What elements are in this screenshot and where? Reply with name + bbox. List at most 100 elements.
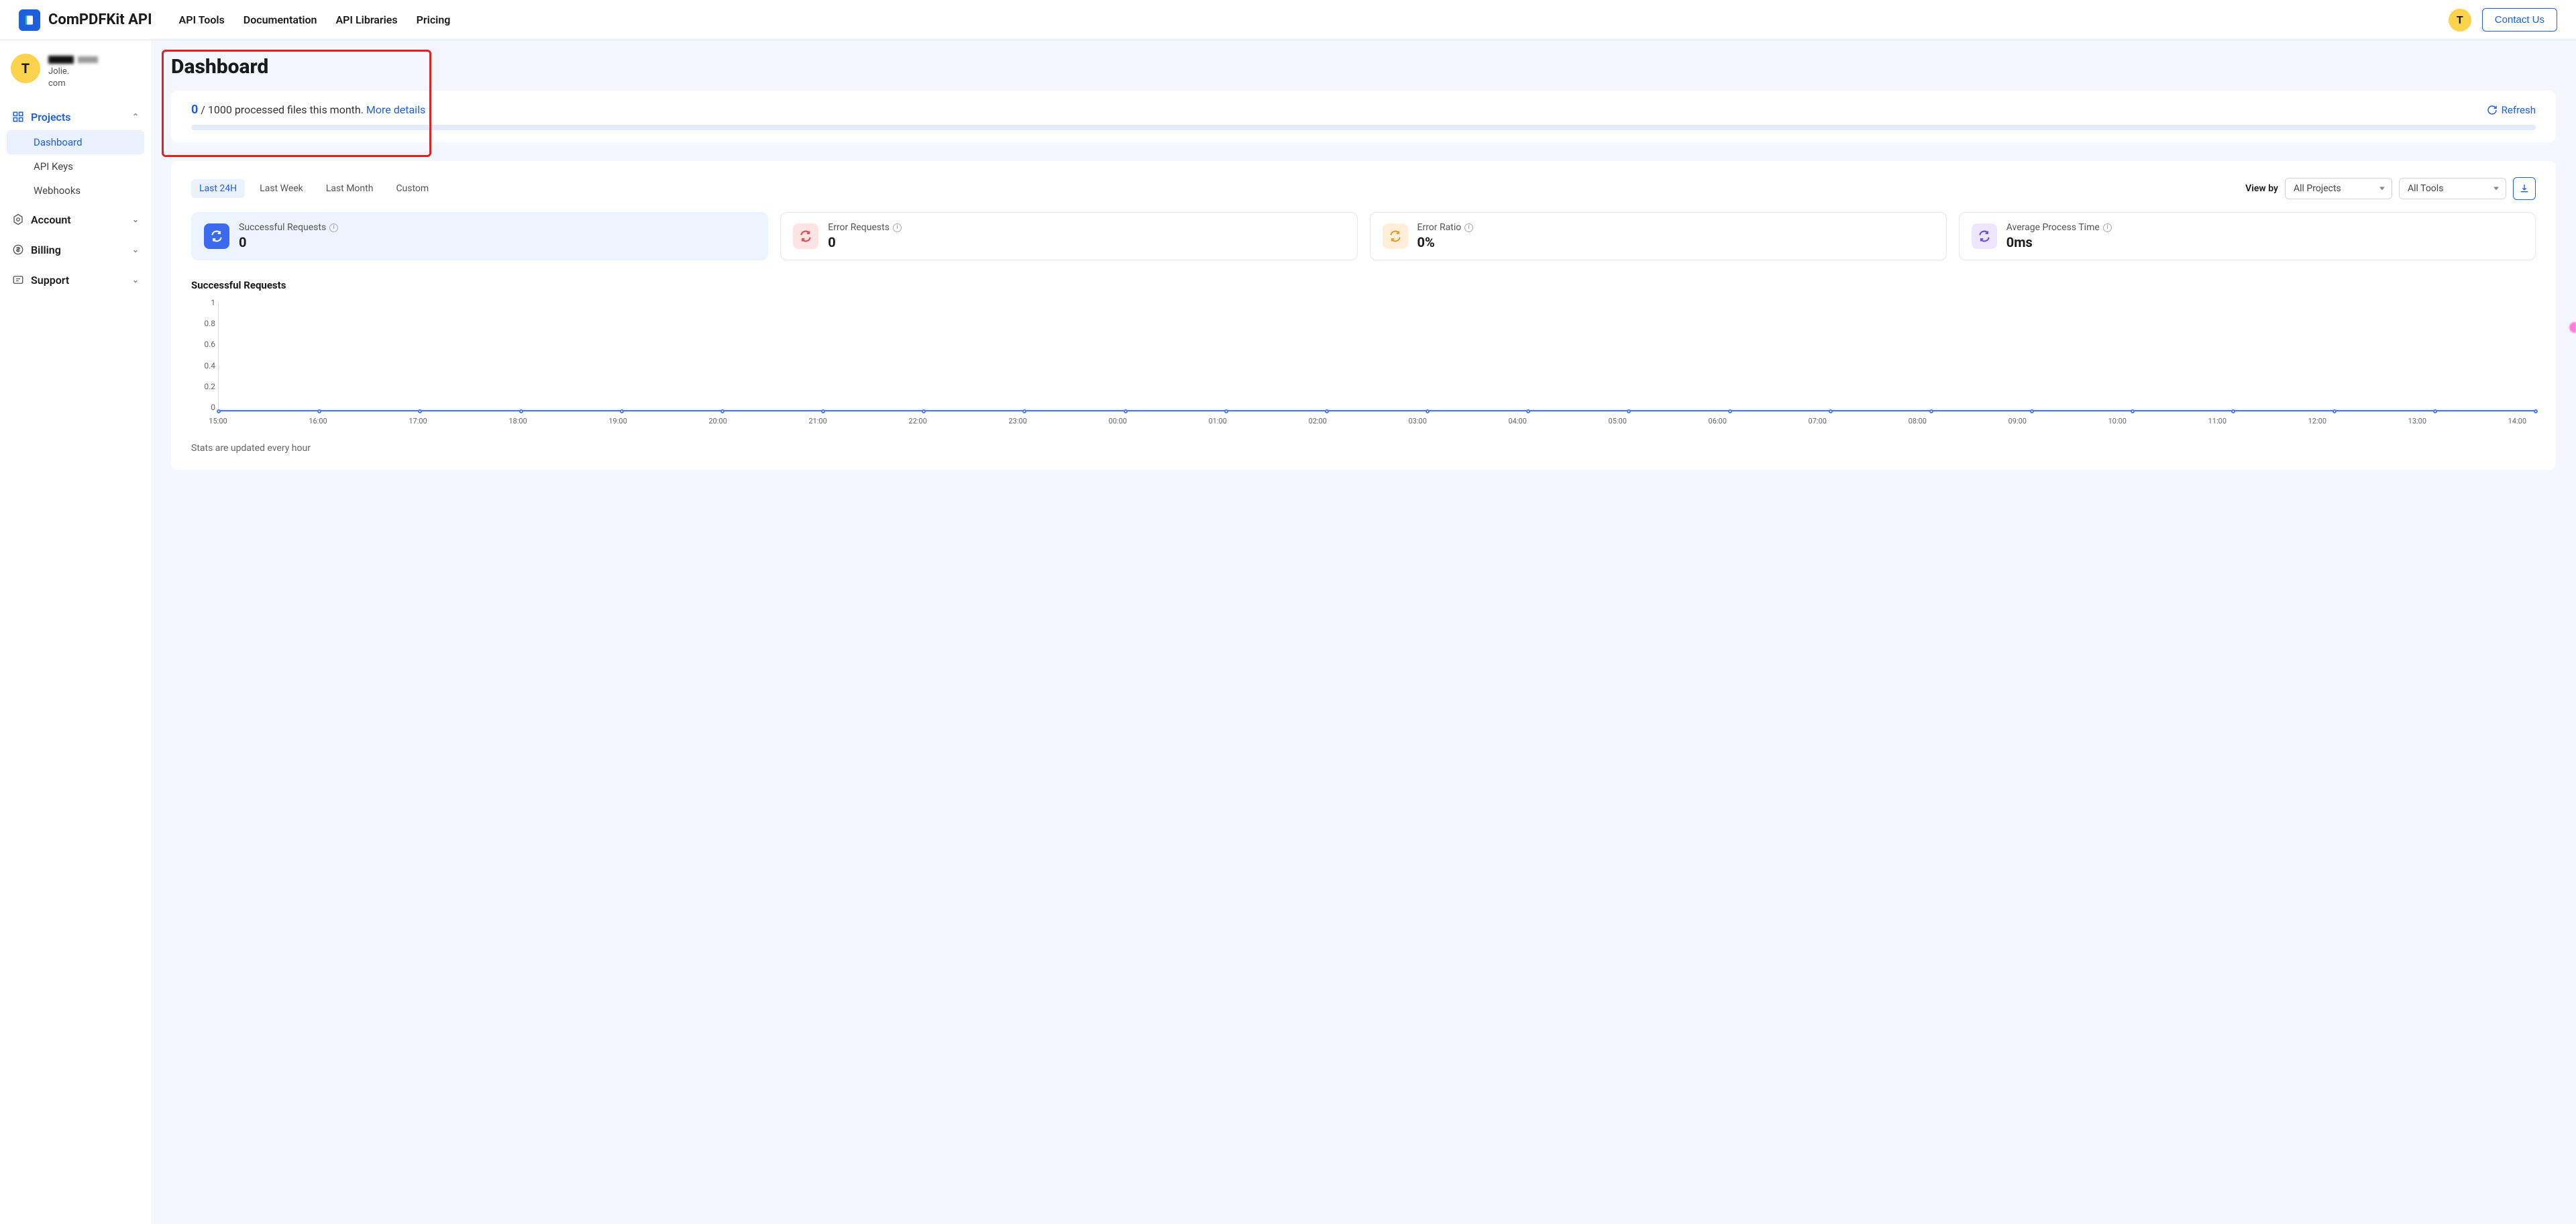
chevron-down-icon: ⌄ bbox=[132, 245, 139, 254]
sidebar: T Jolie. com Projects ⌃ Dashboard API Ke… bbox=[0, 40, 151, 1224]
chart-data-point bbox=[1124, 409, 1128, 413]
sidebar-section-projects[interactable]: Projects ⌃ bbox=[7, 104, 144, 130]
stat-successful-requests[interactable]: Successful Requestsi 0 bbox=[191, 212, 768, 260]
quota-card: 0 / 1000 processed files this month. Mor… bbox=[171, 91, 2556, 142]
user-domain-partial: com bbox=[48, 78, 98, 90]
chart-data-point bbox=[1627, 409, 1631, 413]
sidebar-support-label: Support bbox=[31, 274, 69, 287]
x-tick-label: 02:00 bbox=[1308, 417, 1326, 425]
nav-pricing[interactable]: Pricing bbox=[417, 13, 451, 26]
nav-api-tools[interactable]: API Tools bbox=[179, 13, 225, 26]
refresh-label: Refresh bbox=[2502, 104, 2536, 116]
chart-data-point bbox=[922, 409, 926, 413]
x-tick-label: 07:00 bbox=[1809, 417, 1827, 425]
sidebar-section-account[interactable]: Account ⌄ bbox=[7, 207, 144, 233]
stat-ratio-value: 0% bbox=[1417, 234, 1474, 250]
user-info-text: Jolie. com bbox=[48, 54, 98, 91]
chart-data-point bbox=[317, 409, 321, 413]
y-tick-label: 0.6 bbox=[204, 340, 215, 349]
brand-title: ComPDFKit API bbox=[48, 11, 152, 28]
chart-data-point bbox=[2332, 409, 2337, 413]
sidebar-account-label: Account bbox=[31, 213, 71, 226]
header: ComPDFKit API API Tools Documentation AP… bbox=[0, 0, 2576, 40]
stat-avg-process-time[interactable]: Average Process Timei 0ms bbox=[1959, 212, 2536, 260]
nav-api-libraries[interactable]: API Libraries bbox=[335, 13, 397, 26]
range-last-24h[interactable]: Last 24H bbox=[191, 179, 245, 198]
stat-successful-label: Successful Requestsi bbox=[239, 222, 338, 233]
x-tick-label: 23:00 bbox=[1008, 417, 1026, 425]
chart-data-point bbox=[2433, 409, 2437, 413]
x-tick-label: 01:00 bbox=[1208, 417, 1226, 425]
y-tick-label: 0.8 bbox=[204, 319, 215, 328]
x-tick-label: 10:00 bbox=[2108, 417, 2127, 425]
chart-data-point bbox=[1526, 409, 1530, 413]
account-icon bbox=[12, 213, 24, 225]
x-tick-label: 08:00 bbox=[1909, 417, 1927, 425]
x-tick-label: 16:00 bbox=[309, 417, 327, 425]
user-avatar-large: T bbox=[11, 54, 40, 83]
sidebar-item-webhooks[interactable]: Webhooks bbox=[7, 178, 144, 203]
info-icon[interactable]: i bbox=[893, 223, 902, 232]
projects-icon bbox=[12, 111, 24, 123]
stats-row: Successful Requestsi 0 Error Requestsi 0 bbox=[191, 212, 2536, 260]
stat-ratio-label: Error Ratioi bbox=[1417, 222, 1474, 233]
more-details-link[interactable]: More details bbox=[366, 103, 425, 116]
chart-data-point bbox=[821, 409, 825, 413]
x-tick-label: 12:00 bbox=[2308, 417, 2326, 425]
stat-error-requests[interactable]: Error Requestsi 0 bbox=[780, 212, 1357, 260]
chart-data-point bbox=[2030, 409, 2034, 413]
download-icon bbox=[2519, 183, 2530, 194]
y-tick-label: 1 bbox=[211, 298, 215, 307]
brand-logo-icon bbox=[19, 9, 40, 31]
user-name-partial: Jolie. bbox=[48, 66, 69, 76]
tools-select[interactable]: All Tools bbox=[2399, 178, 2506, 199]
stat-error-value: 0 bbox=[828, 234, 902, 250]
info-icon[interactable]: i bbox=[2103, 223, 2112, 232]
sync-icon bbox=[204, 223, 229, 249]
x-tick-label: 20:00 bbox=[708, 417, 727, 425]
x-tick-label: 03:00 bbox=[1408, 417, 1426, 425]
stat-successful-value: 0 bbox=[239, 234, 338, 250]
stat-error-ratio[interactable]: Error Ratioi 0% bbox=[1370, 212, 1947, 260]
y-tick-label: 0.2 bbox=[204, 382, 215, 391]
sidebar-section-billing[interactable]: Billing ⌄ bbox=[7, 237, 144, 263]
x-tick-label: 13:00 bbox=[2408, 417, 2426, 425]
x-tick-label: 15:00 bbox=[209, 417, 227, 425]
quota-progress-bar bbox=[191, 125, 2536, 130]
sync-icon bbox=[1972, 223, 1997, 249]
nav-documentation[interactable]: Documentation bbox=[244, 13, 317, 26]
user-avatar-small[interactable]: T bbox=[2449, 9, 2471, 32]
support-icon bbox=[12, 274, 24, 286]
range-last-month[interactable]: Last Month bbox=[318, 179, 382, 198]
edge-widget-icon[interactable] bbox=[2569, 322, 2576, 333]
chart-data-point bbox=[1224, 409, 1228, 413]
info-icon[interactable]: i bbox=[329, 223, 338, 232]
info-icon[interactable]: i bbox=[1464, 223, 1473, 232]
sidebar-item-api-keys[interactable]: API Keys bbox=[7, 154, 144, 178]
sidebar-projects-label: Projects bbox=[31, 111, 71, 123]
x-tick-label: 14:00 bbox=[2508, 417, 2526, 425]
download-button[interactable] bbox=[2513, 177, 2536, 200]
sync-icon bbox=[1383, 223, 1408, 249]
stat-avg-label: Average Process Timei bbox=[2006, 222, 2112, 233]
filter-bar: Last 24H Last Week Last Month Custom Vie… bbox=[191, 177, 2536, 200]
sidebar-item-dashboard[interactable]: Dashboard bbox=[7, 130, 144, 154]
billing-icon bbox=[12, 244, 24, 256]
range-last-week[interactable]: Last Week bbox=[252, 179, 311, 198]
successful-requests-chart: 10.80.60.40.20 15:0016:0017:0018:0019:00… bbox=[194, 298, 2536, 425]
sidebar-section-support[interactable]: Support ⌄ bbox=[7, 267, 144, 293]
x-tick-label: 09:00 bbox=[2008, 417, 2027, 425]
x-tick-label: 04:00 bbox=[1509, 417, 1527, 425]
sidebar-user-block: T Jolie. com bbox=[7, 54, 144, 104]
x-tick-label: 05:00 bbox=[1609, 417, 1627, 425]
stat-avg-value: 0ms bbox=[2006, 234, 2112, 250]
range-custom[interactable]: Custom bbox=[388, 179, 437, 198]
chart-title: Successful Requests bbox=[191, 279, 2536, 291]
refresh-button[interactable]: Refresh bbox=[2487, 104, 2536, 116]
contact-us-button[interactable]: Contact Us bbox=[2482, 8, 2557, 32]
x-tick-label: 17:00 bbox=[409, 417, 427, 425]
x-tick-label: 21:00 bbox=[808, 417, 826, 425]
chart-line-series bbox=[219, 410, 2536, 411]
projects-select[interactable]: All Projects bbox=[2285, 178, 2392, 199]
chart-data-point bbox=[418, 409, 422, 413]
